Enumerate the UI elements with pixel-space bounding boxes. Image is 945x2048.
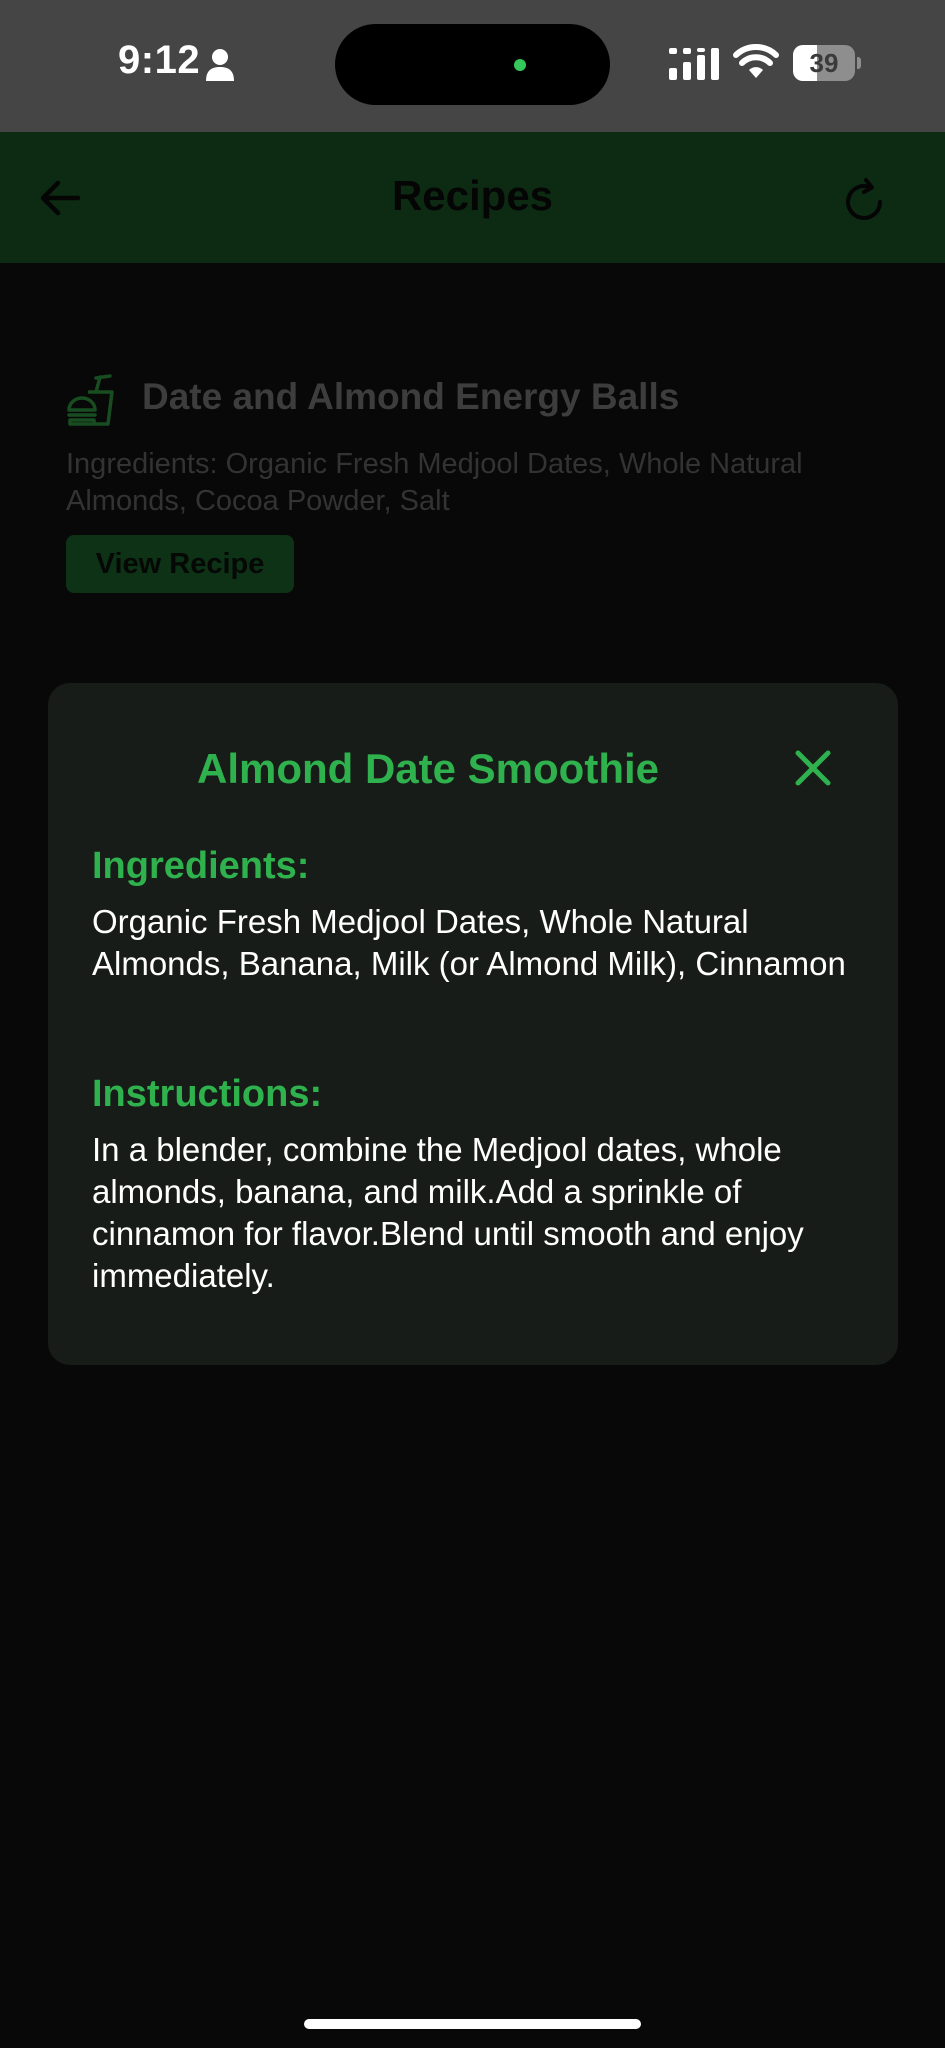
person-icon (206, 49, 234, 81)
status-time: 9:12 (118, 38, 201, 82)
signal-icon (669, 48, 719, 80)
food-icon (67, 374, 114, 426)
ingredients-text: Organic Fresh Medjool Dates, Whole Natur… (92, 903, 846, 982)
recipe-ingredients: Ingredients: Organic Fresh Medjool Dates… (66, 448, 803, 517)
recipe-title: Date and Almond Energy Balls (142, 376, 680, 417)
app-header: Recipes (0, 132, 945, 263)
camera-indicator-dot (514, 59, 526, 71)
battery-level-text: 39 (809, 48, 839, 78)
page-title: Recipes (391, 172, 554, 219)
battery-body: 39 (793, 45, 855, 81)
battery-icon: 39 (793, 45, 861, 81)
view-recipe-button[interactable]: View Recipe (66, 535, 294, 593)
ingredients-heading: Ingredients: (92, 845, 310, 887)
instructions-heading: Instructions: (92, 1073, 323, 1115)
battery-cap (857, 57, 861, 69)
instructions-text: In a blender, combine the Medjool dates,… (92, 1131, 804, 1294)
modal-title: Almond Date Smoothie (196, 745, 660, 792)
home-indicator[interactable] (304, 2019, 641, 2029)
dynamic-island (335, 24, 610, 105)
status-bar: 9:12 39 (0, 0, 945, 132)
wifi-icon (733, 44, 779, 78)
recipe-modal: Almond Date Smoothie Ingredients: Organi… (48, 683, 898, 1365)
close-icon[interactable] (788, 743, 838, 793)
refresh-icon[interactable] (836, 174, 892, 230)
